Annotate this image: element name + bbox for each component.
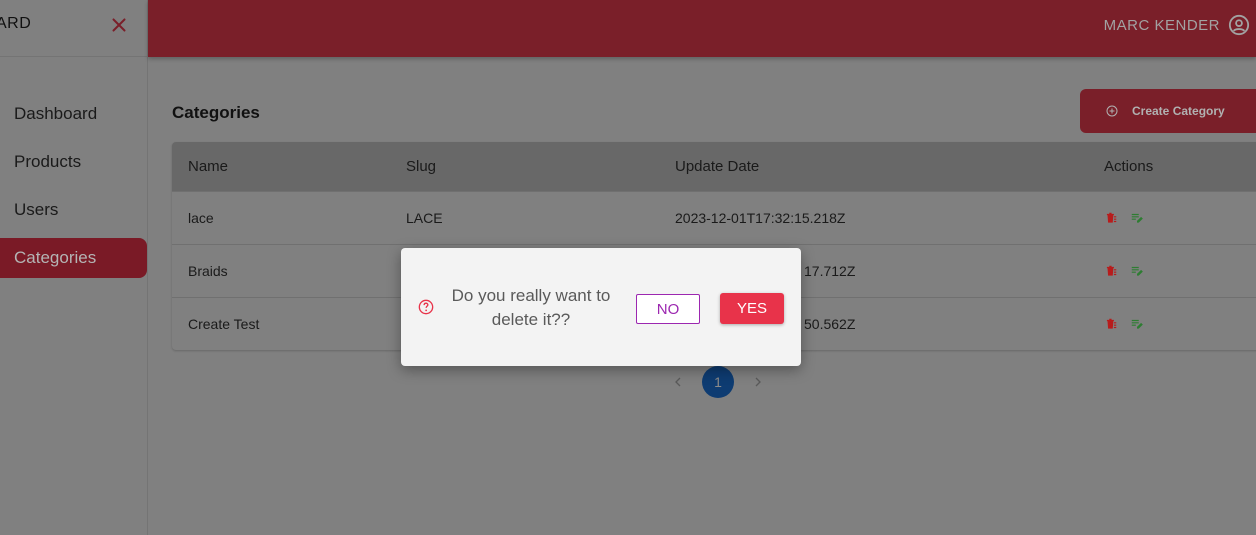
user-name: MARC KENDER [1103, 16, 1220, 34]
page-button-current[interactable]: 1 [702, 366, 734, 398]
edit-icon[interactable] [1130, 264, 1144, 278]
edit-icon[interactable] [1130, 317, 1144, 331]
column-header-actions: Actions [1104, 158, 1154, 175]
table-header: Name Slug Update Date Actions [172, 142, 1256, 191]
cell-name: Create Test [188, 316, 260, 332]
sidebar-item-users[interactable]: Users [0, 190, 148, 230]
create-category-button[interactable]: Create Category [1080, 89, 1256, 133]
delete-icon[interactable] [1104, 211, 1118, 225]
sidebar-item-dashboard[interactable]: Dashboard [0, 94, 148, 134]
column-header-name: Name [188, 158, 229, 175]
dialog-message: Do you really want to delete it?? [451, 286, 611, 329]
sidebar-item-categories[interactable]: Categories [0, 238, 147, 278]
sidebar-nav: Dashboard Products Users Categories [0, 94, 148, 286]
pagination: 1 [668, 366, 768, 398]
cell-actions [1088, 317, 1256, 331]
top-bar: MARC KENDER [148, 0, 1256, 57]
no-button[interactable]: NO [636, 294, 700, 324]
page-title: Categories [172, 103, 260, 122]
user-menu[interactable]: MARC KENDER [1104, 14, 1250, 36]
cell-name: lace [188, 210, 214, 226]
delete-icon[interactable] [1104, 317, 1118, 331]
sidebar-item-products[interactable]: Products [0, 142, 148, 182]
brand-title: ARD [0, 15, 32, 32]
sidebar-header: ARD [0, 0, 147, 57]
cell-slug: LACE [406, 210, 443, 226]
prev-page-icon[interactable] [668, 372, 688, 392]
edit-icon[interactable] [1130, 211, 1144, 225]
column-header-slug: Slug [406, 158, 437, 175]
account-circle-icon [1228, 14, 1250, 36]
close-icon[interactable] [108, 14, 130, 36]
help-circle-icon [418, 299, 434, 315]
cell-actions [1088, 264, 1256, 278]
next-page-icon[interactable] [748, 372, 768, 392]
sidebar: ARD Dashboard Products Users Categories [0, 0, 148, 535]
delete-icon[interactable] [1104, 264, 1118, 278]
cell-update-date: 2023-12-01T17:32:15.218Z [675, 210, 846, 226]
column-header-update-date: Update Date [675, 158, 760, 175]
cell-name: Braids [188, 263, 228, 279]
create-category-label: Create Category [1132, 104, 1225, 118]
add-circle-icon [1106, 105, 1118, 117]
yes-button[interactable]: YES [720, 293, 784, 324]
confirm-delete-dialog: Do you really want to delete it?? NO YES [401, 248, 801, 366]
table-row: lace LACE 2023-12-01T17:32:15.218Z [172, 191, 1256, 244]
cell-actions [1088, 211, 1256, 225]
